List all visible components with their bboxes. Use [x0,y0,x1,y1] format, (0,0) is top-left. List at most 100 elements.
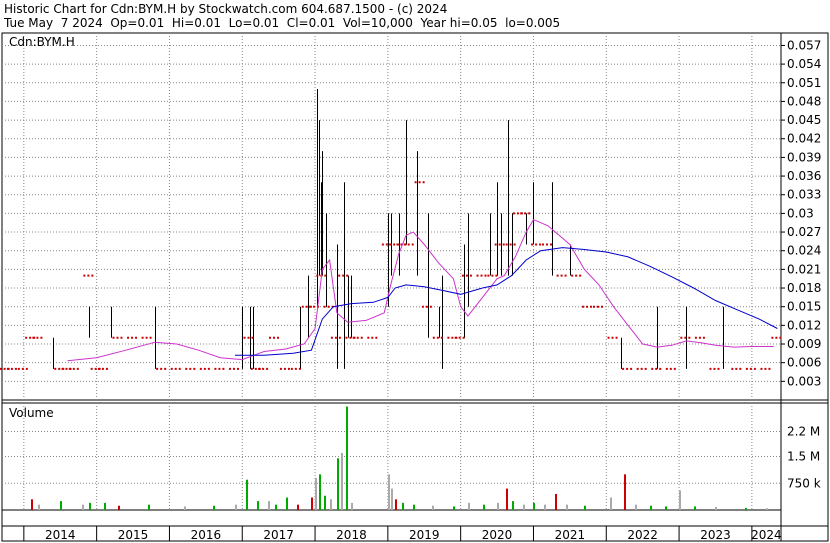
year-label: 2018 [336,528,367,542]
volume-bar [715,507,717,510]
volume-bar [297,504,299,510]
volume-axis-labels: 2.2 M 1.5 M 750 k [787,425,821,491]
volume-bar [275,504,277,510]
volume-bars [31,406,768,510]
y-tick-label: 0.057 [787,38,821,52]
y-tick-label: 0.003 [787,374,821,388]
volume-bar [82,504,84,510]
volume-bar [213,505,215,510]
chart-title: Historic Chart for Cdn:BYM.H by Stockwat… [4,2,448,16]
y-tick-label: 0.048 [787,94,821,108]
volume-bar [89,502,91,510]
volume-bar [523,504,525,510]
y-tick-label: 0.039 [787,150,821,164]
year-label: 2022 [627,528,658,542]
volume-bar [337,458,339,510]
volume-bar [184,506,186,510]
volume-bar [679,490,681,510]
volume-bar [257,501,259,510]
volume-bar [324,495,326,510]
volume-bar [235,504,237,510]
volume-bar [351,502,353,510]
volume-bar [453,506,455,510]
volume-bar [544,504,546,510]
volume-bar [497,502,499,510]
volume-bar [118,505,120,510]
stock-chart: 0.057 0.054 0.051 0.048 0.045 0.042 0.039 0.036… [0,32,829,542]
volume-bar [624,474,626,510]
volume-bar [246,479,248,510]
short-moving-average-line [67,218,774,362]
volume-bar [104,502,106,510]
volume-bar [330,499,332,510]
volume-bar [483,504,485,510]
volume-bar [268,501,270,510]
y-tick-label: 0.03 [787,206,814,220]
volume-panel-label: Volume [9,406,54,420]
year-label: 2023 [700,528,731,542]
y-tick-label: 0.018 [787,281,821,295]
y-tick-label: 0.027 [787,225,821,239]
year-label: 2019 [409,528,440,542]
volume-bar [432,505,434,510]
volume-bar [395,499,397,510]
volume-bar [468,502,470,510]
y-tick-label: 0.006 [787,356,821,370]
outer-frame [1,32,829,542]
volume-tick-label: 1.5 M [787,450,820,464]
volume-bar [388,474,390,510]
year-label: 2021 [555,528,586,542]
volume-bar [665,506,667,510]
volume-bar [512,501,514,510]
volume-tick-label: 2.2 M [787,425,820,439]
year-label: 2014 [45,528,76,542]
y-tick-label: 0.024 [787,244,821,258]
year-label: 2024 [751,528,782,542]
volume-bar [346,406,348,510]
volume-bar [584,505,586,510]
year-label: 2016 [191,528,222,542]
year-label: 2017 [263,528,294,542]
y-tick-label: 0.021 [787,262,821,276]
volume-bar [745,507,747,510]
y-tick-label: 0.015 [787,300,821,314]
volume-bar [391,488,393,510]
long-moving-average-line [235,247,778,356]
volume-bar [31,499,33,510]
volume-bar [286,497,288,510]
volume-bar [650,505,652,510]
volume-bar [315,477,317,510]
volume-bar [533,502,535,510]
volume-bar [341,452,343,510]
y-tick-label: 0.054 [787,57,821,71]
price-axis-labels: 0.057 0.054 0.051 0.048 0.045 0.042 0.039 0.036… [787,38,821,388]
year-axis-labels: 2014 2015 2016 2017 2018 2019 2020 2021 2022 2023… [45,528,782,542]
price-grid [2,33,785,400]
y-tick-label: 0.033 [787,188,821,202]
volume-bar [148,504,150,510]
chart-frame [1,32,829,542]
price-bars [53,88,724,369]
y-tick-label: 0.045 [787,113,821,127]
volume-bar [38,504,40,510]
volume-bar [60,501,62,510]
y-tick-label: 0.012 [787,318,821,332]
volume-bar [555,493,557,510]
y-tick-label: 0.051 [787,76,821,90]
volume-bar [566,504,568,510]
y-tick-label: 0.009 [787,337,821,351]
price-panel-label: Cdn:BYM.H [9,35,75,49]
volume-bar [635,504,637,510]
volume-bar [402,502,404,510]
volume-bar [610,497,612,510]
moving-averages [67,218,778,362]
year-label: 2015 [118,528,149,542]
quote-summary: Tue May 7 2024 Op=0.01 Hi=0.01 Lo=0.01 C… [4,16,561,30]
volume-bar [506,488,508,510]
year-label: 2020 [482,528,513,542]
y-tick-label: 0.042 [787,132,821,146]
volume-bar [311,497,313,510]
y-tick-label: 0.036 [787,169,821,183]
volume-bar [319,474,321,510]
volume-bar [694,506,696,510]
